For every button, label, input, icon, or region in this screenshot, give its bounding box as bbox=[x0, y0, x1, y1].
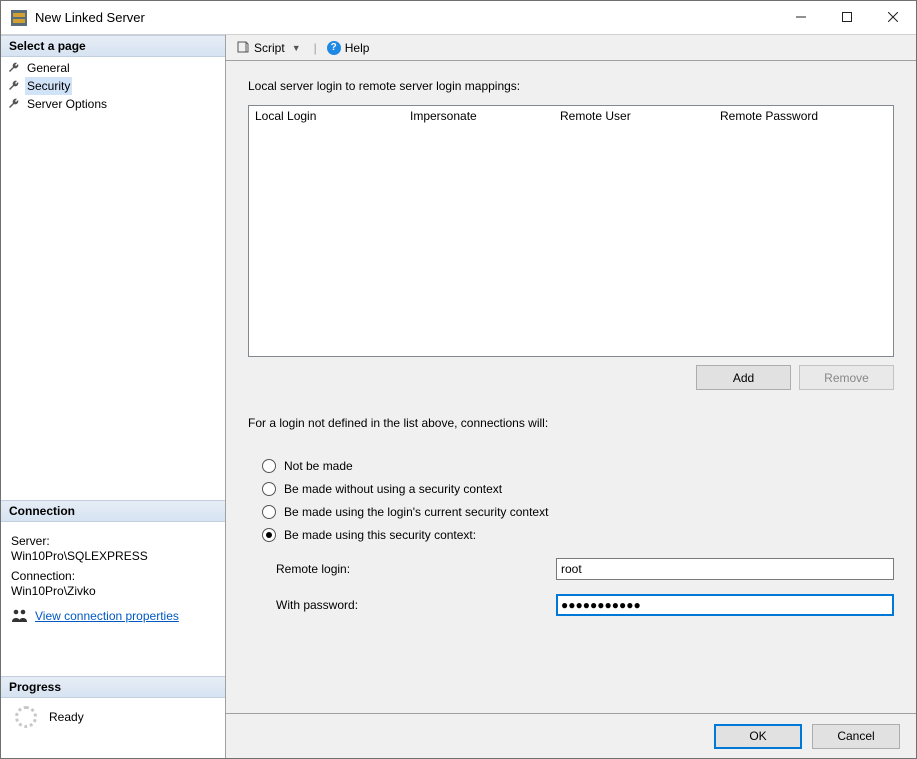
col-remote-user[interactable]: Remote User bbox=[554, 106, 714, 127]
progress-block: Ready bbox=[1, 698, 225, 758]
left-panel: Select a page General Security Server Op… bbox=[1, 35, 226, 758]
page-list: General Security Server Options bbox=[1, 57, 225, 115]
wrench-icon bbox=[7, 79, 21, 93]
col-remote-password[interactable]: Remote Password bbox=[714, 106, 893, 127]
content-area: Local server login to remote server logi… bbox=[226, 61, 916, 713]
undefined-login-label: For a login not defined in the list abov… bbox=[248, 416, 894, 430]
dropdown-arrow-icon: ▼ bbox=[289, 43, 304, 53]
script-icon bbox=[236, 41, 250, 55]
app-icon bbox=[11, 10, 27, 26]
page-label: Server Options bbox=[25, 95, 109, 113]
help-label: Help bbox=[345, 41, 370, 55]
toolbar-separator: | bbox=[312, 41, 319, 55]
with-password-input[interactable] bbox=[556, 594, 894, 616]
close-button[interactable] bbox=[870, 1, 916, 34]
wrench-icon bbox=[7, 61, 21, 75]
add-button[interactable]: Add bbox=[696, 365, 791, 390]
select-page-header: Select a page bbox=[1, 35, 225, 57]
script-label: Script bbox=[254, 41, 285, 55]
radio-icon bbox=[262, 505, 276, 519]
progress-spinner-icon bbox=[15, 706, 37, 728]
people-icon bbox=[11, 608, 29, 624]
radio-label: Be made using this security context: bbox=[284, 528, 476, 542]
radio-label: Be made using the login's current securi… bbox=[284, 505, 548, 519]
help-button[interactable]: ? Help bbox=[323, 39, 374, 57]
title-bar: New Linked Server bbox=[1, 1, 916, 35]
remove-button[interactable]: Remove bbox=[799, 365, 894, 390]
dialog-body: Select a page General Security Server Op… bbox=[1, 35, 916, 758]
connection-block: Server: Win10Pro\SQLEXPRESS Connection: … bbox=[1, 522, 225, 636]
remote-login-input[interactable] bbox=[556, 558, 894, 580]
radio-icon bbox=[262, 528, 276, 542]
page-item-security[interactable]: Security bbox=[5, 77, 221, 95]
help-icon: ? bbox=[327, 41, 341, 55]
radio-label: Not be made bbox=[284, 459, 353, 473]
wrench-icon bbox=[7, 97, 21, 111]
page-item-server-options[interactable]: Server Options bbox=[5, 95, 221, 113]
progress-header: Progress bbox=[1, 676, 225, 698]
maximize-button[interactable] bbox=[824, 1, 870, 34]
radio-this-security-context[interactable]: Be made using this security context: bbox=[248, 528, 894, 542]
page-label: Security bbox=[25, 77, 72, 95]
server-value: Win10Pro\SQLEXPRESS bbox=[11, 549, 215, 563]
grid-header: Local Login Impersonate Remote User Remo… bbox=[249, 106, 893, 128]
dialog-window: New Linked Server Select a page General bbox=[0, 0, 917, 759]
radio-not-be-made[interactable]: Not be made bbox=[248, 459, 894, 473]
with-password-label: With password: bbox=[276, 598, 556, 612]
server-label: Server: bbox=[11, 534, 215, 548]
script-button[interactable]: Script ▼ bbox=[232, 39, 308, 57]
left-spacer-2 bbox=[1, 636, 225, 676]
window-controls bbox=[778, 1, 916, 35]
mappings-grid[interactable]: Local Login Impersonate Remote User Remo… bbox=[248, 105, 894, 357]
right-panel: Script ▼ | ? Help Local server login to … bbox=[226, 35, 916, 758]
left-spacer bbox=[1, 115, 225, 500]
ok-button[interactable]: OK bbox=[714, 724, 802, 749]
minimize-button[interactable] bbox=[778, 1, 824, 34]
col-impersonate[interactable]: Impersonate bbox=[404, 106, 554, 127]
radio-icon bbox=[262, 459, 276, 473]
radio-icon bbox=[262, 482, 276, 496]
col-local-login[interactable]: Local Login bbox=[249, 106, 404, 127]
page-label: General bbox=[25, 59, 72, 77]
mappings-label: Local server login to remote server logi… bbox=[248, 79, 894, 93]
connection-mode-radio-group: Not be made Be made without using a secu… bbox=[248, 450, 894, 551]
remote-login-label: Remote login: bbox=[276, 562, 556, 576]
grid-body[interactable] bbox=[249, 128, 893, 356]
radio-current-security-context[interactable]: Be made using the login's current securi… bbox=[248, 505, 894, 519]
radio-label: Be made without using a security context bbox=[284, 482, 502, 496]
connection-value: Win10Pro\Zivko bbox=[11, 584, 215, 598]
dialog-footer: OK Cancel bbox=[226, 713, 916, 758]
page-item-general[interactable]: General bbox=[5, 59, 221, 77]
connection-header: Connection bbox=[1, 500, 225, 522]
radio-without-security-context[interactable]: Be made without using a security context bbox=[248, 482, 894, 496]
progress-status: Ready bbox=[49, 710, 84, 724]
window-title: New Linked Server bbox=[35, 10, 778, 25]
view-connection-properties-link[interactable]: View connection properties bbox=[35, 609, 179, 623]
connection-label: Connection: bbox=[11, 569, 215, 583]
toolbar: Script ▼ | ? Help bbox=[226, 35, 916, 61]
cancel-button[interactable]: Cancel bbox=[812, 724, 900, 749]
